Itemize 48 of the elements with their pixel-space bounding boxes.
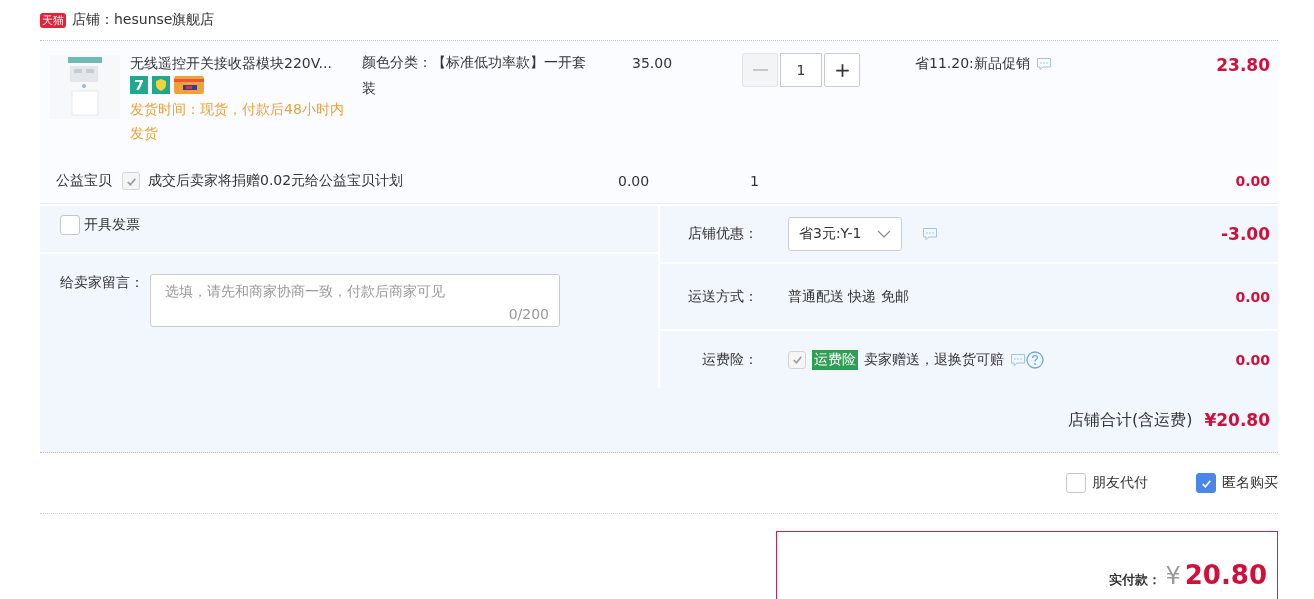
- charity-quantity: 1: [750, 173, 759, 189]
- charity-price: 0.00: [618, 173, 651, 189]
- insurance-text: 卖家赠送，退换货可赔: [864, 350, 1004, 369]
- insurance-badge: 运费险: [812, 349, 858, 370]
- shipping-method: 普通配送 快递 免邮: [788, 287, 909, 306]
- shipping-amount: 0.00: [1235, 288, 1270, 305]
- help-icon[interactable]: [1026, 350, 1044, 369]
- promo-text: 省11.20:新品促销: [915, 55, 1030, 73]
- option-label[interactable]: 朋友代付: [1092, 474, 1148, 492]
- discount-label: 店铺优惠：: [687, 225, 758, 243]
- unit-price: 35.00: [632, 55, 674, 71]
- plus-icon: [834, 62, 850, 78]
- checkbox[interactable]: [1066, 473, 1086, 493]
- currency-sign: ¥: [1165, 561, 1181, 591]
- charity-label: 公益宝贝: [56, 172, 113, 190]
- checkmark-icon: [790, 353, 804, 366]
- payment-label: 实付款：: [1109, 571, 1162, 589]
- chat-icon[interactable]: [1035, 57, 1052, 71]
- charity-total: 0.00: [1235, 173, 1270, 189]
- shop-total-amount: ¥20.80: [1204, 410, 1270, 430]
- discount-dropdown[interactable]: 省3元:Y-1: [788, 217, 903, 251]
- chat-icon[interactable]: [922, 227, 939, 241]
- shield-badge-icon: [152, 76, 170, 94]
- invoice-label[interactable]: 开具发票: [84, 216, 140, 234]
- ship-time: 发货时间：现货，付款后48小时内发货: [130, 100, 345, 143]
- insurance-label: 运费险：: [701, 350, 758, 369]
- chat-icon[interactable]: [1010, 352, 1026, 367]
- minus-icon: [752, 69, 768, 71]
- shop-total-label: 店铺合计(含运费): [1067, 409, 1193, 431]
- message-label: 给卖家留言：: [60, 274, 144, 292]
- charity-text: 成交后卖家将捐赠0.02元给公益宝贝计划: [148, 172, 405, 190]
- return-badge-icon: 7: [130, 76, 148, 94]
- shipping-label: 运送方式：: [687, 287, 758, 306]
- checkbox[interactable]: [1196, 473, 1216, 493]
- product-title[interactable]: 无线遥控开关接收器模块220V...: [130, 55, 352, 73]
- increase-button[interactable]: [824, 53, 860, 87]
- quantity-field[interactable]: 1: [780, 53, 822, 87]
- insurance-amount: 0.00: [1235, 351, 1270, 368]
- item-total: 23.80: [1216, 55, 1270, 75]
- tmall-logo: 天猫: [40, 12, 66, 28]
- option-label[interactable]: 匿名购买: [1222, 474, 1278, 492]
- invoice-checkbox[interactable]: [60, 215, 80, 235]
- payment-amount: 20.80: [1184, 560, 1267, 590]
- shop-name[interactable]: 店铺：hesunse旗舰店: [72, 11, 215, 29]
- card-badge-icon: [174, 76, 204, 94]
- caret-icon: [877, 230, 892, 238]
- discount-amount: -3.00: [1221, 224, 1270, 244]
- sku-info: 颜色分类：【标准低功率款】一开套装: [362, 53, 587, 98]
